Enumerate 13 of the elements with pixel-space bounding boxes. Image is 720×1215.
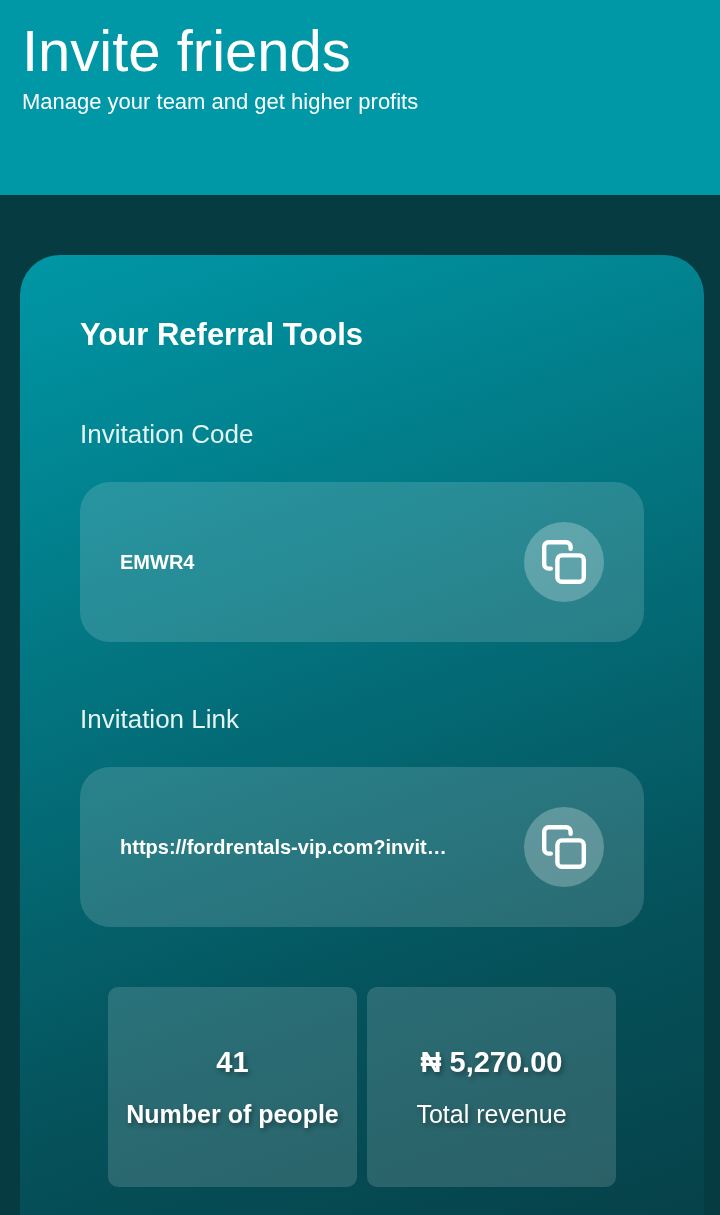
stat-value: ₦ 5,270.00 <box>420 1045 563 1079</box>
copy-icon <box>542 540 586 584</box>
stat-value: 41 <box>216 1045 249 1079</box>
page-title: Invite friends <box>22 17 351 85</box>
field-label: Invitation Link <box>80 703 239 735</box>
referral-tools-title: Your Referral Tools <box>80 316 364 354</box>
stat-label: Number of people <box>126 1099 339 1129</box>
page-subtitle: Manage your team and get higher profits <box>22 88 419 116</box>
stat-label: Total revenue <box>416 1099 567 1129</box>
field-label: Invitation Code <box>80 418 254 450</box>
field-value: https://fordrentals-vip.com?invit… <box>120 835 447 859</box>
field-value: EMWR4 <box>120 550 195 574</box>
copy-icon <box>542 825 586 869</box>
